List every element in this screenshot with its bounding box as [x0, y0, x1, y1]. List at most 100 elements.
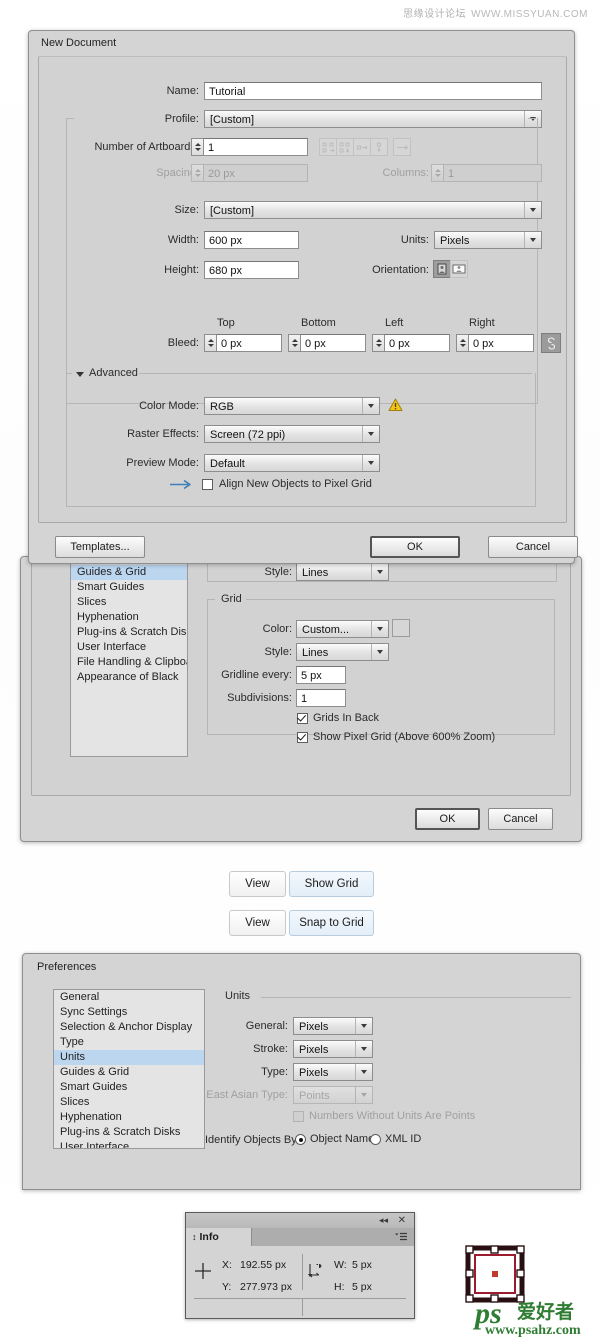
category-item[interactable]: Guides & Grid — [71, 565, 187, 580]
category-item[interactable]: User Interface — [71, 640, 187, 655]
size-select[interactable]: [Custom] — [204, 201, 542, 219]
bleed-label: Bleed: — [139, 337, 199, 349]
units-section-rule — [261, 997, 571, 998]
category-item[interactable]: Plug-ins & Scratch Disks — [71, 625, 187, 640]
palette-collapse-icon[interactable]: ◂◂ — [379, 1216, 388, 1225]
category-item[interactable]: Sync Settings — [54, 1005, 204, 1020]
units-stroke-select[interactable]: Pixels — [293, 1040, 373, 1058]
bleed-link-button[interactable] — [541, 333, 561, 353]
artboard-grid-by-row-icon[interactable] — [319, 138, 337, 156]
preview-mode-select[interactable]: Default — [204, 454, 380, 472]
units-east-asian-value: Points — [299, 1090, 330, 1102]
bleed-top-stepper[interactable] — [204, 334, 216, 352]
size-value: [Custom] — [210, 205, 254, 217]
identify-object-name-radio[interactable] — [295, 1134, 306, 1145]
grid-group-top-left — [207, 599, 215, 600]
bleed-left-input[interactable]: 0 px — [384, 334, 450, 352]
category-item[interactable]: File Handling & Clipboard — [71, 655, 187, 670]
raster-effects-select[interactable]: Screen (72 ppi) — [204, 425, 380, 443]
bleed-right-stepper[interactable] — [456, 334, 468, 352]
align-pixel-grid-checkbox[interactable] — [202, 479, 213, 490]
palette-close-icon[interactable]: ✕ — [398, 1215, 406, 1226]
artboard-arrange-by-row-icon[interactable] — [353, 138, 371, 156]
category-item[interactable]: Selection & Anchor Display — [54, 1020, 204, 1035]
orientation-landscape-icon[interactable] — [450, 260, 468, 278]
category-item[interactable]: Plug-ins & Scratch Disks — [54, 1125, 204, 1140]
link-chain-icon — [547, 337, 556, 350]
identify-xml-id-radio[interactable] — [370, 1134, 381, 1145]
units-east-asian-select: Points — [293, 1086, 373, 1104]
menu-view-button-1[interactable]: View — [229, 871, 286, 897]
ps-logo-cn: 爱好者 — [517, 1301, 574, 1323]
category-item[interactable]: Slices — [71, 595, 187, 610]
menu-item-snap-to-grid[interactable]: Snap to Grid — [289, 910, 374, 936]
grid-group-top-right — [241, 599, 555, 600]
category-item[interactable]: Type — [54, 1035, 204, 1050]
menu-item-show-grid[interactable]: Show Grid — [289, 871, 374, 897]
arrow-right-icon[interactable] — [393, 138, 411, 156]
category-item[interactable]: Hyphenation — [54, 1110, 204, 1125]
guides-style-select[interactable]: Lines — [296, 563, 389, 581]
info-tab[interactable]: ↕ Info — [186, 1228, 252, 1246]
chevron-down-icon — [371, 644, 388, 660]
category-item[interactable]: Appearance of Black — [71, 670, 187, 685]
bleed-bottom-stepper[interactable] — [288, 334, 300, 352]
prefs-grid-category-items[interactable]: UnitsGuides & GridSmart GuidesSlicesHyph… — [71, 557, 187, 685]
gridline-every-input[interactable]: 5 px — [296, 666, 346, 684]
category-item[interactable]: Slices — [54, 1095, 204, 1110]
artboard-grid-by-column-icon[interactable] — [336, 138, 354, 156]
units-type-select[interactable]: Pixels — [293, 1063, 373, 1081]
width-input[interactable]: 600 px — [204, 231, 299, 249]
chevron-down-icon — [362, 426, 379, 442]
category-item[interactable]: Smart Guides — [54, 1080, 204, 1095]
artboard-arrange-by-column-icon[interactable] — [370, 138, 388, 156]
artboards-stepper[interactable] — [191, 138, 203, 156]
grids-in-back-checkbox[interactable] — [297, 713, 308, 724]
artboards-input[interactable]: 1 — [203, 138, 308, 156]
category-item[interactable]: Guides & Grid — [54, 1065, 204, 1080]
templates-button[interactable]: Templates... — [55, 536, 145, 558]
show-pixel-grid-checkbox[interactable] — [297, 732, 308, 743]
menu-view-button-2[interactable]: View — [229, 910, 286, 936]
width-label: Width: — [124, 234, 199, 246]
category-item[interactable]: Hyphenation — [71, 610, 187, 625]
bleed-right-input[interactable]: 0 px — [468, 334, 534, 352]
color-mode-value: RGB — [210, 401, 234, 413]
subdivisions-input[interactable]: 1 — [296, 689, 346, 707]
category-item[interactable]: Units — [54, 1050, 204, 1065]
prefs-grid-cancel-button[interactable]: Cancel — [488, 808, 553, 830]
info-y-value: 277.973 px — [240, 1281, 292, 1293]
units-section-title: Units — [225, 990, 250, 1002]
new-document-ok-button[interactable]: OK — [370, 536, 460, 558]
grid-color-value: Custom... — [302, 624, 349, 636]
prefs-units-category-list[interactable]: GeneralSync SettingsSelection & Anchor D… — [53, 989, 205, 1149]
height-label: Height: — [124, 264, 199, 276]
artboard-direction-button[interactable] — [394, 138, 411, 156]
bleed-top-input[interactable]: 0 px — [216, 334, 282, 352]
artboard-layout-buttons[interactable] — [320, 138, 388, 156]
grid-color-select[interactable]: Custom... — [296, 620, 389, 638]
color-mode-select[interactable]: RGB — [204, 397, 380, 415]
updown-arrows-icon: ↕ — [192, 1232, 197, 1242]
page-root: 思缘设计论坛WWW.MISSYUAN.COM UnitsGuides & Gri… — [0, 0, 600, 1335]
orientation-buttons[interactable] — [434, 260, 468, 278]
bleed-bottom-input[interactable]: 0 px — [300, 334, 366, 352]
prefs-grid-body: UnitsGuides & GridSmart GuidesSlicesHyph… — [31, 556, 571, 796]
category-item[interactable]: User Interface — [54, 1140, 204, 1149]
palette-menu-icon[interactable] — [394, 1232, 408, 1242]
prefs-grid-category-list[interactable]: UnitsGuides & GridSmart GuidesSlicesHyph… — [70, 557, 188, 757]
name-input[interactable]: Tutorial — [204, 82, 542, 100]
category-item[interactable]: Smart Guides — [71, 580, 187, 595]
grid-style-select[interactable]: Lines — [296, 643, 389, 661]
prefs-grid-ok-button[interactable]: OK — [415, 808, 480, 830]
units-general-select[interactable]: Pixels — [293, 1017, 373, 1035]
units-select[interactable]: Pixels — [434, 231, 542, 249]
orientation-portrait-icon[interactable] — [433, 260, 451, 278]
new-document-cancel-button[interactable]: Cancel — [488, 536, 578, 558]
artboards-label: Number of Artboards: — [69, 141, 199, 153]
height-input[interactable]: 680 px — [204, 261, 299, 279]
prefs-units-category-items[interactable]: GeneralSync SettingsSelection & Anchor D… — [54, 990, 204, 1149]
grid-color-swatch[interactable] — [392, 619, 410, 637]
bleed-left-stepper[interactable] — [372, 334, 384, 352]
category-item[interactable]: General — [54, 990, 204, 1005]
